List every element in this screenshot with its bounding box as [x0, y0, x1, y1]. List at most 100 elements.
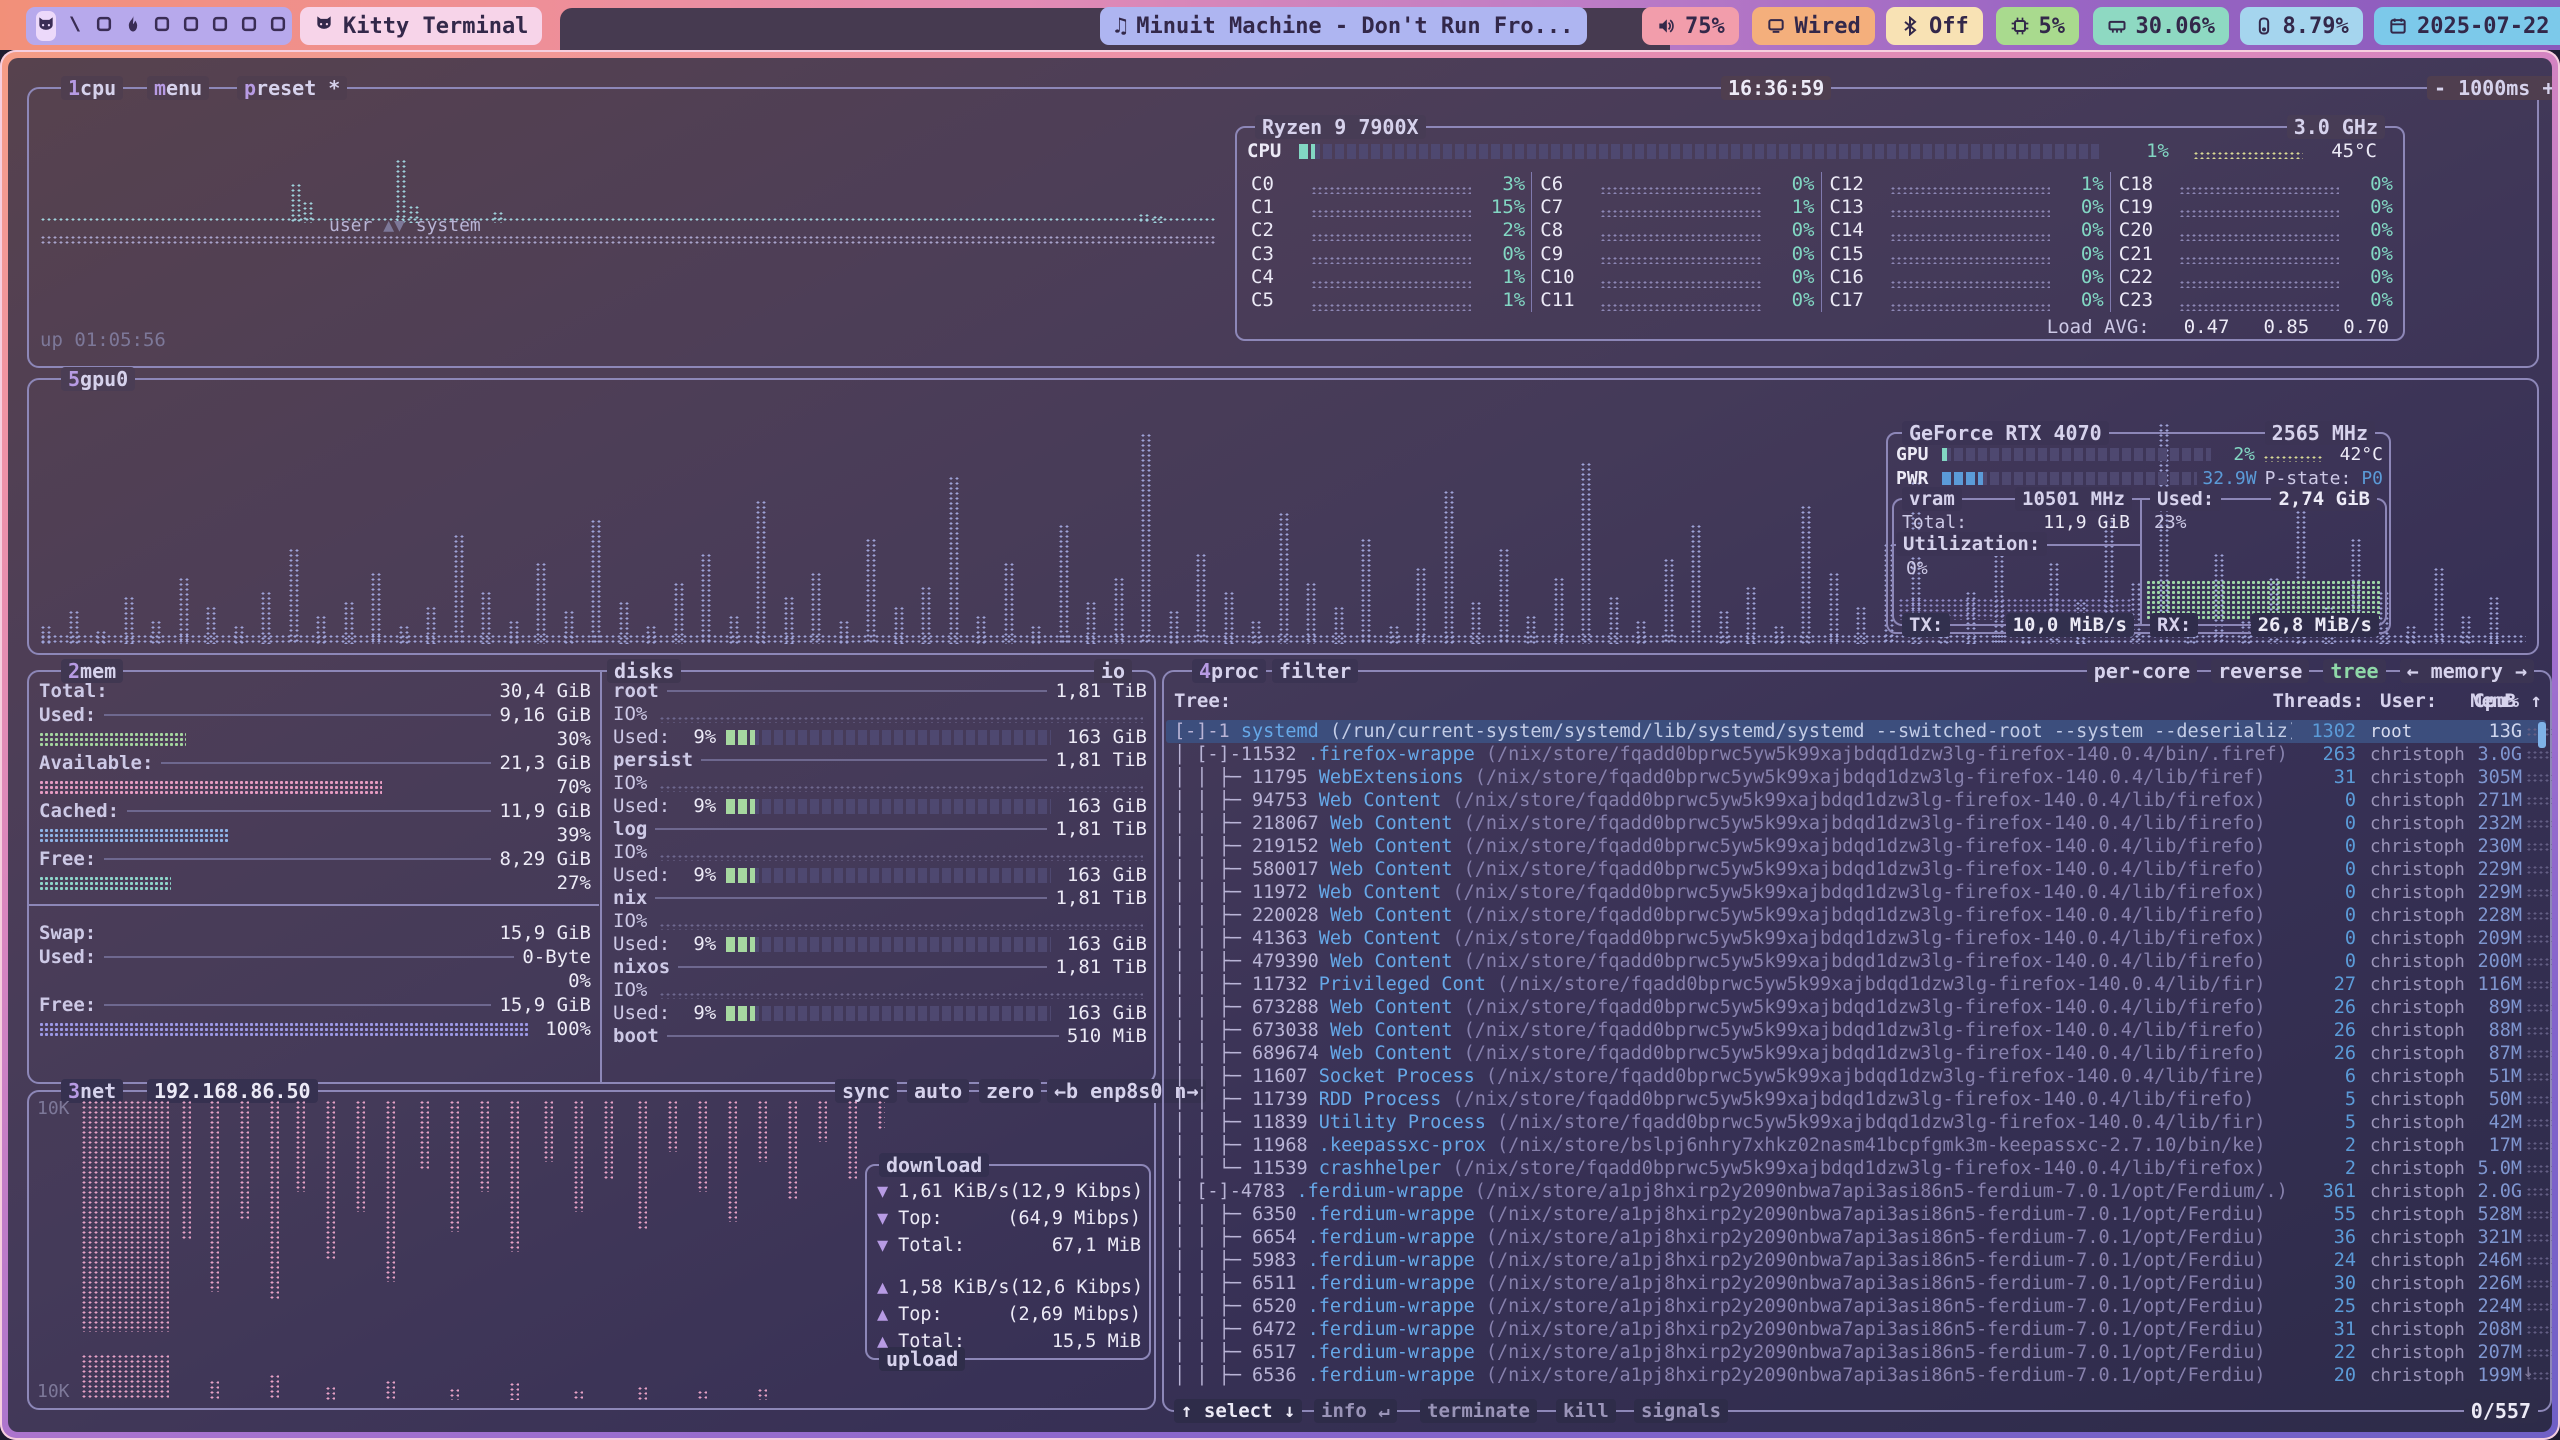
process-row[interactable]: │ │ ├─ 11839 Utility Process (/nix/store…: [1166, 1111, 2546, 1134]
process-row[interactable]: │ │ ├─ 6472 .ferdium-wrappe (/nix/store/…: [1166, 1318, 2546, 1341]
net-auto-button[interactable]: auto: [907, 1079, 969, 1103]
process-cmdline: (/nix/store/fqadd0bprwc5yw5k99xajbdqd1dz…: [1452, 928, 2265, 949]
process-row[interactable]: │ │ ├─ 6511 .ferdium-wrappe (/nix/store/…: [1166, 1272, 2546, 1295]
process-threads: 25: [2292, 1296, 2356, 1317]
process-row[interactable]: │ │ ├─ 580017 Web Content (/nix/store/fq…: [1166, 858, 2546, 881]
process-memory: 5.0M: [2464, 1158, 2522, 1179]
square-icon: [210, 14, 230, 39]
workspace-8-button[interactable]: [239, 11, 259, 41]
gpu-usage-meter: [1942, 448, 2211, 461]
proc-kill-button[interactable]: kill: [1556, 1399, 1616, 1423]
proc-signals-button[interactable]: signals: [1634, 1399, 1728, 1423]
proc-scrollbar[interactable]: [2538, 722, 2546, 1382]
clock-pill[interactable]: 2025-07-22 16:36: [2374, 7, 2560, 45]
process-row[interactable]: │ │ ├─ 689674 Web Content (/nix/store/fq…: [1166, 1042, 2546, 1065]
mem-value: 30,4 GiB: [499, 680, 591, 702]
scroll-down-icon[interactable]: ↓: [2523, 1360, 2534, 1382]
net-rates-box: download upload ▼1,61 KiB/s(12,9 Kibps)▼…: [865, 1164, 1151, 1360]
mem-meter-pct: 39%: [557, 824, 591, 846]
process-row[interactable]: │ [-]-4783 .ferdium-wrappe (/nix/store/a…: [1166, 1180, 2546, 1203]
proc-header-cpu[interactable]: Cpu% ↑: [2446, 690, 2542, 712]
update-interval-control[interactable]: - 1000ms +: [2427, 76, 2552, 100]
calendar-icon: [2388, 16, 2408, 36]
core-usage-graph: [1890, 256, 2050, 264]
process-row[interactable]: │ │ ├─ 6520 .ferdium-wrappe (/nix/store/…: [1166, 1295, 2546, 1318]
menu-button[interactable]: menu: [147, 76, 209, 100]
process-row[interactable]: │ │ ├─ 41363 Web Content (/nix/store/fqa…: [1166, 927, 2546, 950]
bluetooth-pill[interactable]: Off: [1886, 7, 1983, 45]
cpu-box-title[interactable]: 1cpu: [61, 76, 123, 100]
gpu-graph-spike: [810, 572, 823, 644]
window-title-pill[interactable]: Kitty Terminal: [300, 7, 542, 45]
rate-label: 1,61 KiB/s: [898, 1181, 1009, 1202]
proc-button-percore[interactable]: per-core: [2087, 659, 2197, 683]
proc-select-control[interactable]: ↑ select ↓: [1174, 1399, 1302, 1423]
proc-info-button[interactable]: info ↵: [1314, 1399, 1397, 1423]
workspace-2-button[interactable]: [65, 11, 85, 41]
net-zero-button[interactable]: zero: [979, 1079, 1041, 1103]
process-row[interactable]: │ │ └─ 11539 crashhelper (/nix/store/fqa…: [1166, 1157, 2546, 1180]
mem-value: 0-Byte: [522, 946, 591, 968]
workspace-3-button[interactable]: [94, 11, 114, 41]
process-user: christoph: [2356, 837, 2464, 857]
direction-arrow-icon: ▲: [877, 1277, 888, 1298]
memory-pill[interactable]: 30.06%: [2093, 7, 2229, 45]
net-graph-spike: [509, 1382, 519, 1400]
process-row[interactable]: │ │ ├─ 11739 RDD Process (/nix/store/fqa…: [1166, 1088, 2546, 1111]
process-name: .ferdium-wrappe: [1308, 1365, 1486, 1386]
process-row[interactable]: │ [-]-11532 .firefox-wrappe (/nix/store/…: [1166, 743, 2546, 766]
process-row[interactable]: │ │ ├─ 11968 .keepassxc-prox (/nix/store…: [1166, 1134, 2546, 1157]
process-threads: 36: [2292, 1227, 2356, 1248]
disk-pill[interactable]: 8.79%: [2240, 7, 2363, 45]
square-icon: [239, 14, 259, 39]
process-row[interactable]: │ │ ├─ 6654 .ferdium-wrappe (/nix/store/…: [1166, 1226, 2546, 1249]
process-row[interactable]: │ │ ├─ 479390 Web Content (/nix/store/fq…: [1166, 950, 2546, 973]
process-row[interactable]: │ │ ├─ 11972 Web Content (/nix/store/fqa…: [1166, 881, 2546, 904]
process-row[interactable]: │ │ ├─ 219152 Web Content (/nix/store/fq…: [1166, 835, 2546, 858]
workspace-5-button[interactable]: [152, 11, 172, 41]
disk-used-label: Used:: [613, 1002, 670, 1024]
leader-line: [667, 690, 1048, 692]
process-row[interactable]: [-]-1 systemd (/run/current-system/syste…: [1166, 720, 2546, 743]
proc-box-title[interactable]: 4proc: [1192, 659, 1266, 683]
disk-name-row-nixos: nixos1,81 TiB: [613, 956, 1147, 978]
cpu-pill[interactable]: 5%: [1996, 7, 2080, 45]
leader-line: [678, 966, 1047, 968]
network-pill[interactable]: Wired: [1752, 7, 1875, 45]
proc-filter-button[interactable]: filter: [1272, 659, 1358, 683]
proc-terminate-button[interactable]: terminate: [1420, 1399, 1537, 1423]
process-row[interactable]: │ │ ├─ 218067 Web Content (/nix/store/fq…: [1166, 812, 2546, 835]
process-row[interactable]: │ │ ├─ 11795 WebExtensions (/nix/store/f…: [1166, 766, 2546, 789]
leader-line: [104, 714, 491, 716]
process-row[interactable]: │ │ ├─ 6536 .ferdium-wrappe (/nix/store/…: [1166, 1364, 2546, 1387]
media-player-pill[interactable]: ♫ Minuit Machine - Don't Run Fro...: [1100, 7, 1587, 45]
preset-button[interactable]: preset *: [237, 76, 347, 100]
proc-button-memory[interactable]: ← memory →: [2400, 659, 2534, 683]
process-command: │ │ ├─ 673038 Web Content (/nix/store/fq…: [1174, 1020, 2292, 1041]
proc-header-tree[interactable]: Tree:: [1174, 690, 1231, 712]
gpu-graph-spike: [1250, 620, 1263, 644]
workspace-6-button[interactable]: [181, 11, 201, 41]
workspace-7-button[interactable]: [210, 11, 230, 41]
workspace-9-button[interactable]: [268, 11, 288, 41]
process-row[interactable]: │ │ ├─ 6350 .ferdium-wrappe (/nix/store/…: [1166, 1203, 2546, 1226]
process-row[interactable]: │ │ ├─ 6517 .ferdium-wrappe (/nix/store/…: [1166, 1341, 2546, 1364]
process-tree-prefix: │ │ ├─ 673288: [1174, 997, 1330, 1018]
proc-button-reverse[interactable]: reverse: [2211, 659, 2309, 683]
process-row[interactable]: │ │ ├─ 5983 .ferdium-wrappe (/nix/store/…: [1166, 1249, 2546, 1272]
process-row[interactable]: │ │ ├─ 94753 Web Content (/nix/store/fqa…: [1166, 789, 2546, 812]
process-row[interactable]: │ │ ├─ 11607 Socket Process (/nix/store/…: [1166, 1065, 2546, 1088]
proc-button-tree[interactable]: tree: [2323, 659, 2385, 683]
disk-io-label: IO%: [613, 703, 647, 725]
volume-pill[interactable]: 75%: [1642, 7, 1739, 45]
proc-scrollbar-thumb[interactable]: [2538, 722, 2546, 748]
process-row[interactable]: │ │ ├─ 673038 Web Content (/nix/store/fq…: [1166, 1019, 2546, 1042]
cpu-graph-spike: [290, 183, 302, 223]
process-row[interactable]: │ │ ├─ 11732 Privileged Cont (/nix/store…: [1166, 973, 2546, 996]
process-row[interactable]: │ │ ├─ 673288 Web Content (/nix/store/fq…: [1166, 996, 2546, 1019]
proc-header-threads[interactable]: Threads:: [2204, 690, 2364, 712]
process-row[interactable]: │ │ ├─ 220028 Web Content (/nix/store/fq…: [1166, 904, 2546, 927]
workspace-1-button[interactable]: [36, 11, 56, 41]
workspace-4-button[interactable]: [123, 11, 143, 41]
gpu-box-title[interactable]: 5gpu0: [61, 367, 135, 391]
